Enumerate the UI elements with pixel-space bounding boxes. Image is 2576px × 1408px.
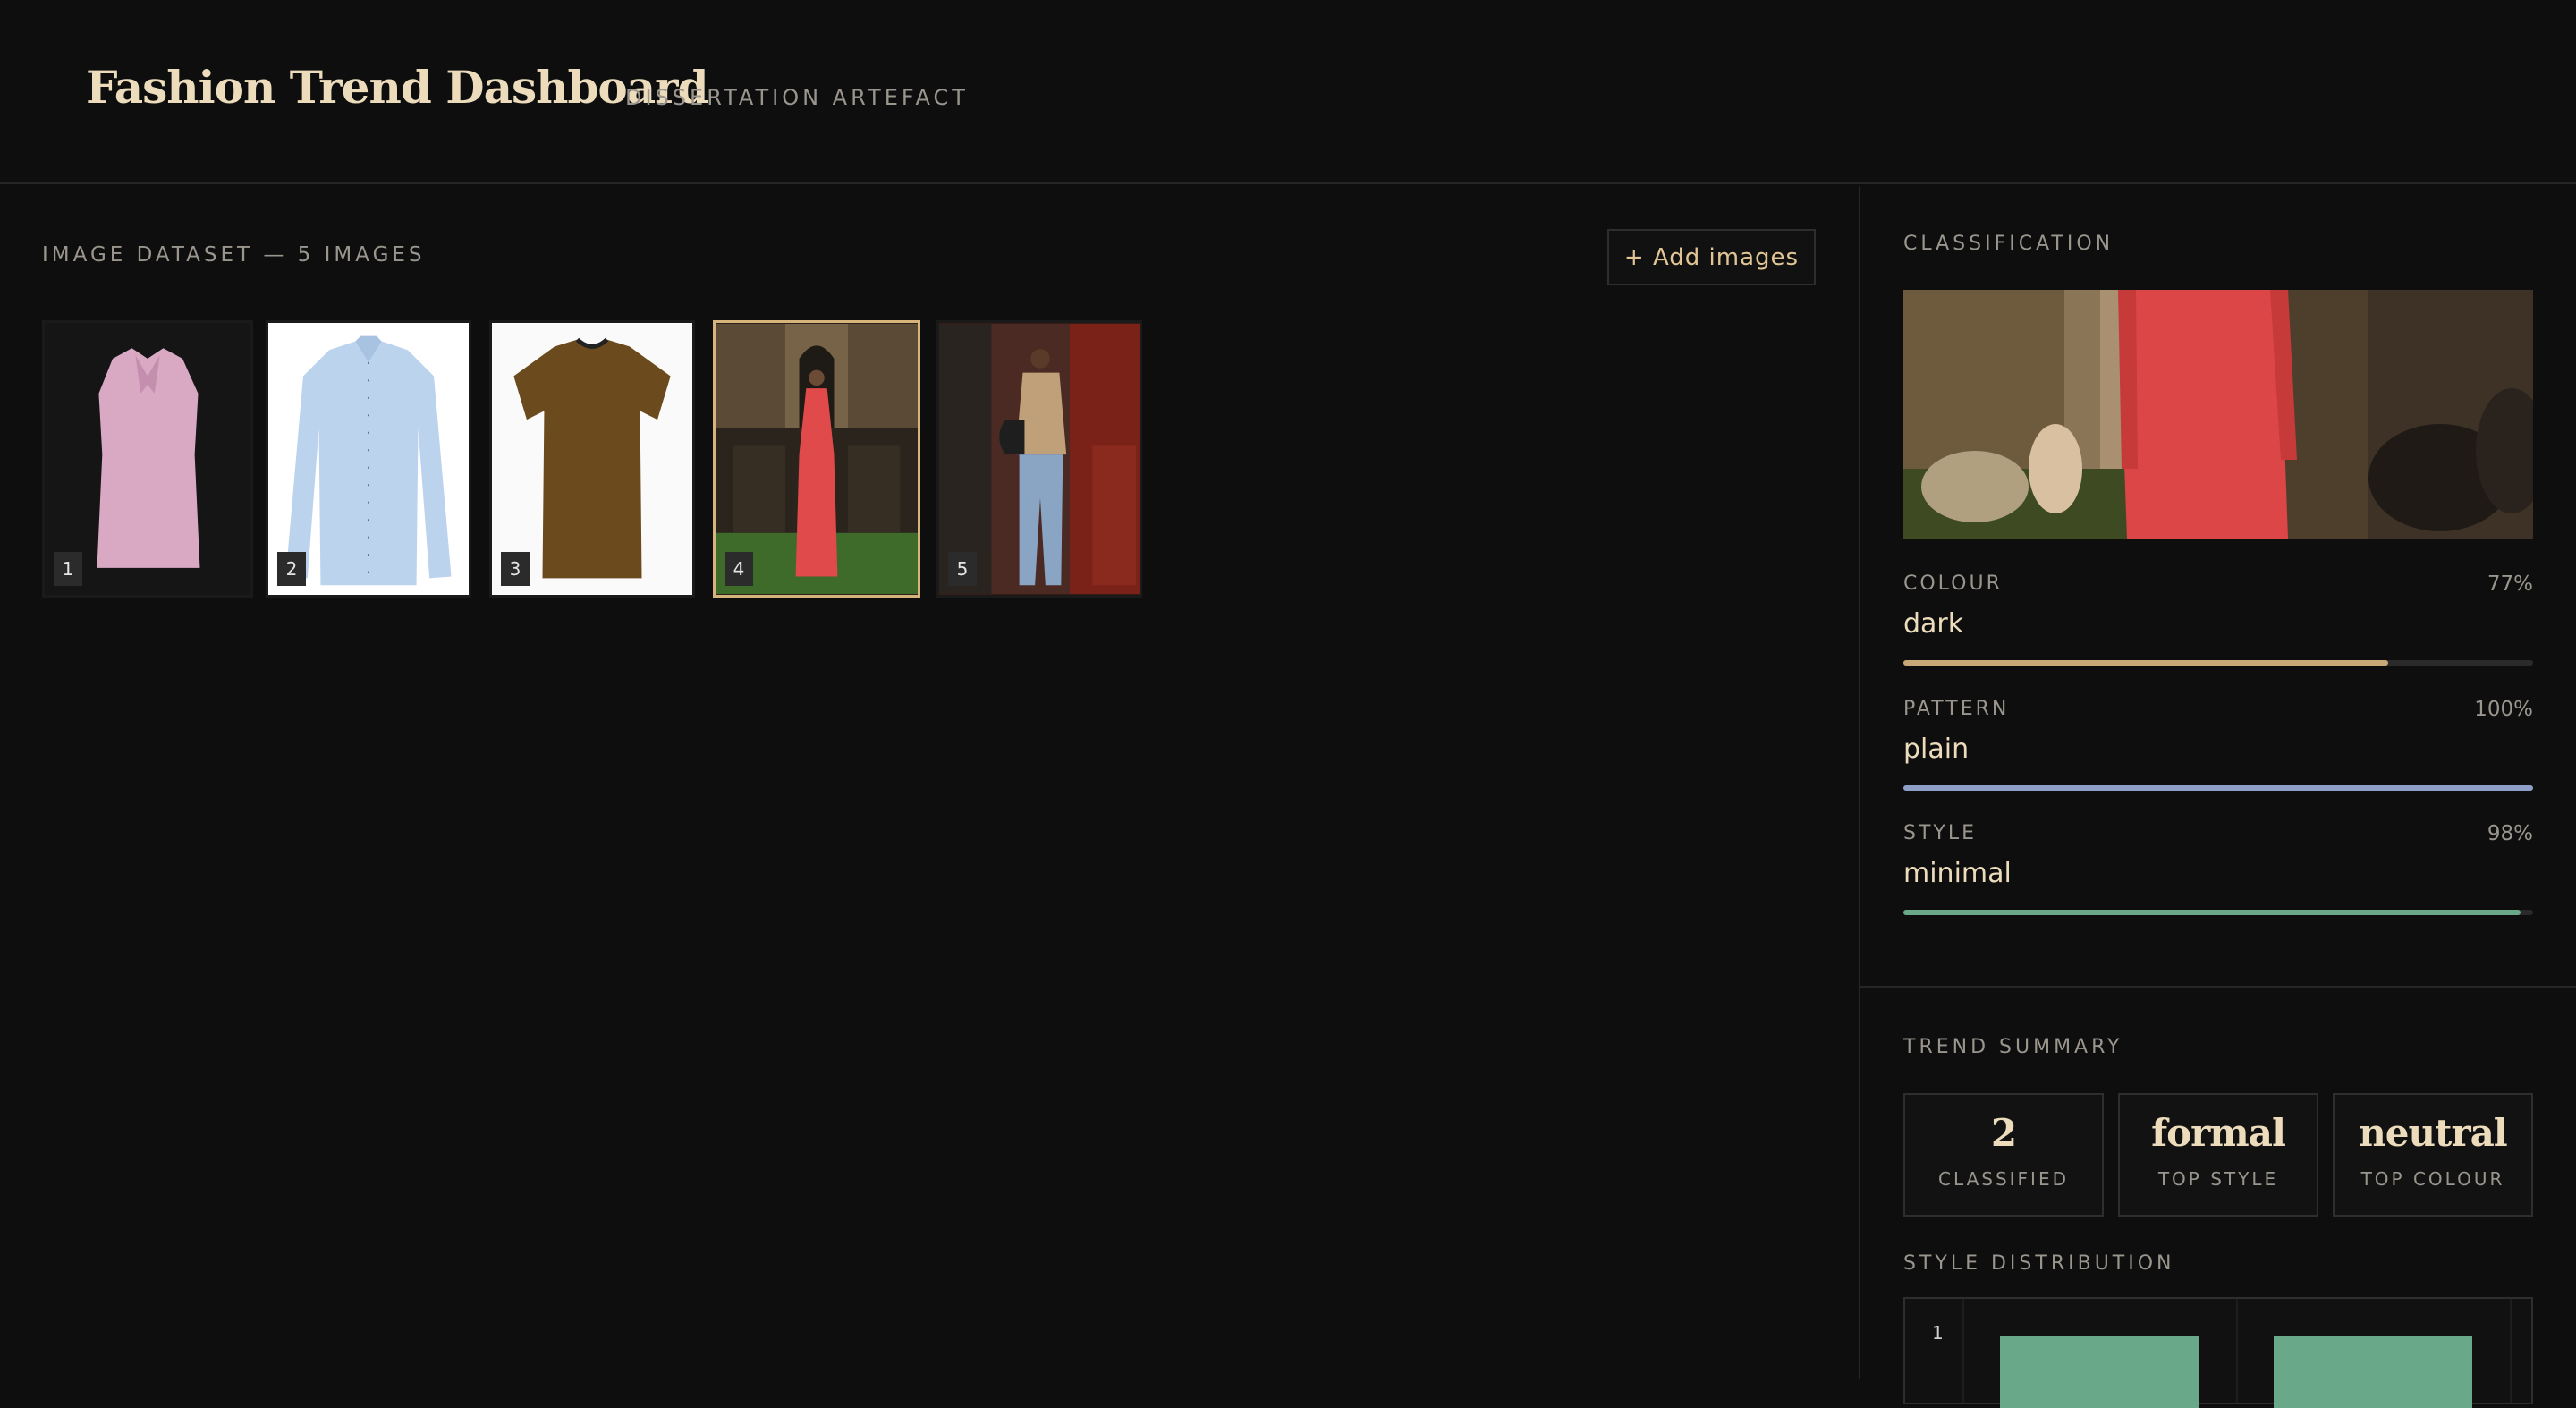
style-distribution-heading: STYLE DISTRIBUTION (1903, 1252, 2175, 1275)
metric-track (1903, 785, 2533, 791)
image-thumb-4[interactable]: 4 (713, 320, 920, 598)
app-header: Fashion Trend Dashboard DISSERTATION ART… (0, 0, 2576, 184)
metric-fill (1903, 785, 2533, 791)
image-number: 2 (277, 552, 306, 586)
metric-label: COLOUR (1903, 573, 2003, 595)
grid-line (2510, 1299, 2512, 1403)
metric-value: minimal (1903, 858, 2012, 889)
summary-value: formal (2151, 1111, 2286, 1155)
red-dress-preview-image (1903, 290, 2533, 539)
colour-metric: COLOUR 77% dark (1903, 573, 2533, 689)
metric-label: STYLE (1903, 822, 1977, 844)
image-number: 1 (54, 552, 82, 586)
image-thumb-1[interactable]: 1 (42, 320, 253, 598)
image-thumb-2[interactable]: 2 (266, 320, 471, 598)
summary-value: 2 (1990, 1111, 2017, 1155)
image-number: 3 (501, 552, 530, 586)
selected-image-preview (1903, 290, 2533, 539)
grid-line (2236, 1299, 2238, 1403)
metric-fill (1903, 910, 2521, 915)
image-number: 4 (724, 552, 753, 586)
metric-track (1903, 660, 2533, 666)
pattern-metric: PATTERN 100% plain (1903, 698, 2533, 814)
summary-label: TOP COLOUR (2360, 1168, 2505, 1190)
style-metric: STYLE 98% minimal (1903, 822, 2533, 938)
summary-label: CLASSIFIED (1938, 1168, 2069, 1190)
dataset-heading: IMAGE DATASET — 5 IMAGES (42, 243, 426, 267)
distribution-bar (2274, 1336, 2472, 1408)
image-thumb-3[interactable]: 3 (489, 320, 695, 598)
summary-value: neutral (2359, 1111, 2508, 1155)
top-style-card: formal TOP STYLE (2118, 1093, 2318, 1217)
grid-line (1962, 1299, 1964, 1403)
image-number: 5 (948, 552, 977, 586)
top-colour-card: neutral TOP COLOUR (2333, 1093, 2533, 1217)
metric-percent: 98% (2487, 822, 2533, 845)
metric-percent: 77% (2487, 573, 2533, 596)
add-images-button[interactable]: + Add images (1607, 229, 1816, 285)
dataset-panel: IMAGE DATASET — 5 IMAGES + Add images 1 … (0, 186, 1859, 1379)
summary-label: TOP STYLE (2157, 1168, 2279, 1190)
metric-fill (1903, 660, 2389, 666)
metric-value: plain (1903, 734, 1970, 765)
image-thumb-5[interactable]: 5 (936, 320, 1142, 598)
metric-track (1903, 910, 2533, 915)
classification-heading: CLASSIFICATION (1903, 233, 2114, 255)
classification-panel: CLASSIFICATION COLOUR 77% dark PATTERN 1… (1859, 186, 2576, 1408)
section-divider (1860, 986, 2576, 988)
y-tick-label: 1 (1932, 1322, 1944, 1344)
app-subtitle: DISSERTATION ARTEFACT (625, 85, 969, 110)
app-title: Fashion Trend Dashboard (86, 61, 708, 114)
style-distribution-chart: 1 (1903, 1297, 2533, 1408)
distribution-bar (2000, 1336, 2199, 1408)
metric-percent: 100% (2474, 698, 2533, 721)
metric-value: dark (1903, 608, 1964, 640)
trend-summary-heading: TREND SUMMARY (1903, 1036, 2123, 1058)
metric-label: PATTERN (1903, 698, 2010, 720)
classified-count-card: 2 CLASSIFIED (1903, 1093, 2104, 1217)
